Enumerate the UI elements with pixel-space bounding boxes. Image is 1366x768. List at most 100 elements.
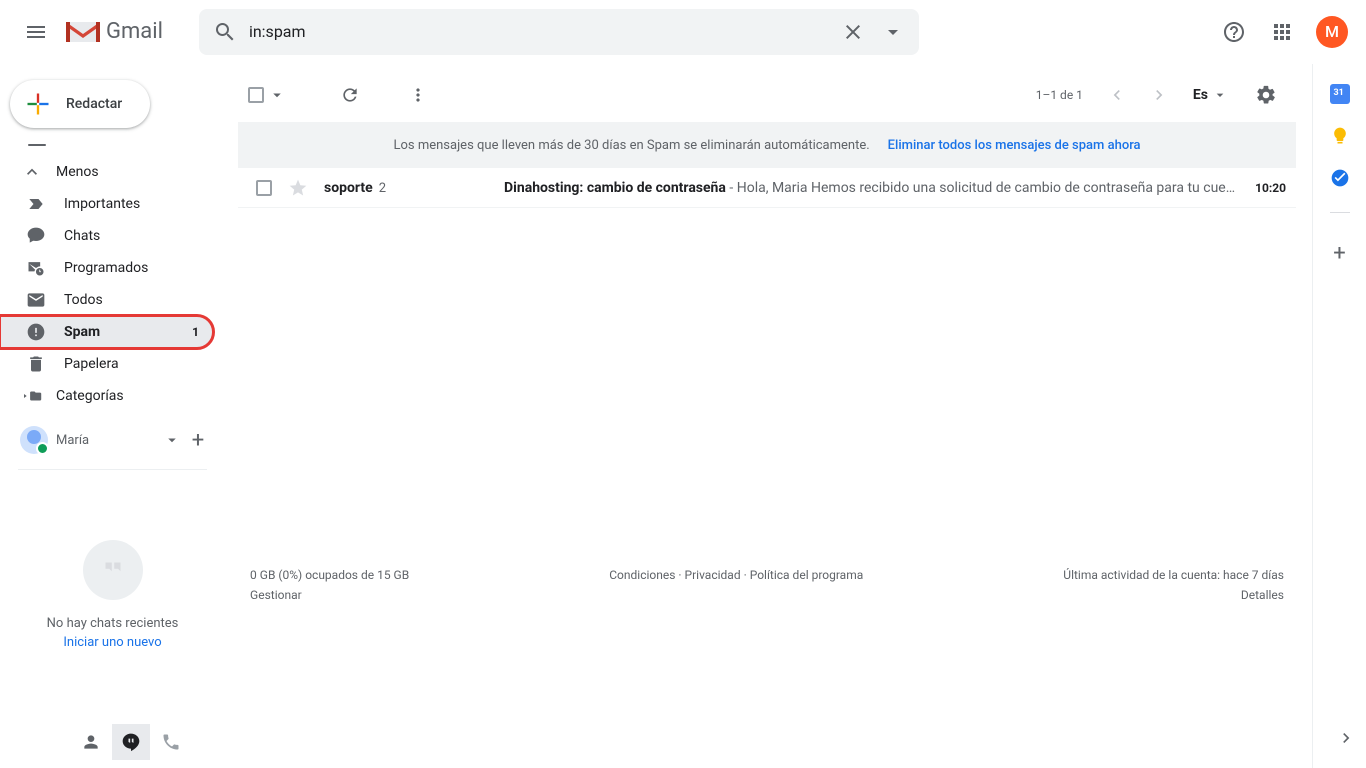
support-button[interactable]: [1214, 12, 1254, 52]
phone-tab[interactable]: [152, 724, 190, 760]
checkbox-icon: [248, 87, 264, 103]
search-options-button[interactable]: [873, 12, 913, 52]
nav-less[interactable]: Menos: [0, 156, 213, 188]
search-input[interactable]: [245, 22, 833, 41]
message-row[interactable]: soporte 2 Dinahosting: cambio de contras…: [238, 168, 1296, 208]
select-all[interactable]: [248, 86, 286, 104]
search-button[interactable]: [205, 12, 245, 52]
refresh-icon: [340, 85, 360, 105]
calendar-addon[interactable]: 31: [1330, 84, 1350, 104]
tasks-addon[interactable]: [1330, 168, 1350, 188]
keep-icon: [1330, 126, 1350, 146]
lang-label: Es: [1193, 87, 1208, 103]
manage-storage-link[interactable]: Gestionar: [250, 588, 409, 602]
close-icon: [841, 20, 865, 44]
trash-icon: [26, 354, 46, 374]
brand-text: Gmail: [106, 19, 163, 44]
footer-storage: 0 GB (0%) ocupados de 15 GB Gestionar: [250, 568, 409, 602]
delete-spam-link[interactable]: Eliminar todos los mensajes de spam ahor…: [888, 138, 1141, 153]
refresh-button[interactable]: [330, 75, 370, 115]
toolbar: 1–1 de 1 Es: [238, 64, 1296, 112]
hangouts-bubble-icon: [121, 732, 141, 752]
nav-spam[interactable]: Spam 1: [0, 316, 213, 348]
spam-banner: Los mensajes que lleven más de 30 días e…: [238, 122, 1296, 168]
side-panel: 31 +: [1312, 64, 1366, 768]
new-chat-button[interactable]: +: [181, 423, 215, 457]
content: 1–1 de 1 Es Los mensajes que lleven más …: [226, 64, 1312, 768]
banner-text: Los mensajes que lleven más de 30 días e…: [393, 138, 869, 153]
divider: [1330, 212, 1350, 213]
nav-trash[interactable]: Papelera: [0, 348, 213, 380]
hangouts-icon: [83, 540, 143, 600]
dropdown-icon: [268, 86, 286, 104]
more-vert-icon: [408, 85, 428, 105]
apps-grid-icon: [1270, 20, 1294, 44]
star-button[interactable]: [288, 178, 308, 198]
important-icon: [26, 194, 46, 214]
spam-icon: [26, 322, 46, 342]
get-addons-button[interactable]: +: [1333, 241, 1345, 266]
divider: [18, 469, 207, 470]
compose-label: Redactar: [66, 96, 122, 112]
contacts-tab[interactable]: [72, 724, 110, 760]
compose-button[interactable]: Redactar: [10, 80, 150, 128]
sidebar: Redactar Menos Importantes Chats Program…: [0, 64, 225, 768]
gmail-logo-icon: [64, 18, 102, 46]
person-icon: [81, 732, 101, 752]
footer: 0 GB (0%) ocupados de 15 GB Gestionar Co…: [238, 568, 1296, 602]
hangouts-empty: No hay chats recientes Iniciar uno nuevo: [0, 540, 225, 650]
prev-page-button[interactable]: [1101, 79, 1133, 111]
storage-text: 0 GB (0%) ocupados de 15 GB: [250, 568, 409, 582]
keep-addon[interactable]: [1330, 126, 1350, 146]
pager-text: 1–1 de 1: [1036, 88, 1083, 102]
hangouts-section: María + No hay chats recientes Iniciar u…: [0, 412, 225, 650]
chevron-right-icon: [1149, 85, 1169, 105]
privacy-link[interactable]: Privacidad: [685, 568, 741, 582]
settings-button[interactable]: [1246, 75, 1286, 115]
hide-side-panel[interactable]: [1336, 728, 1356, 748]
phone-icon: [161, 732, 181, 752]
calendar-icon: 31: [1334, 88, 1344, 98]
tasks-icon: [1330, 168, 1350, 188]
message-time: 10:20: [1255, 181, 1286, 195]
nav-list: Menos Importantes Chats Programados Todo…: [0, 156, 225, 412]
input-tools-button[interactable]: Es: [1193, 87, 1228, 103]
nav-chats[interactable]: Chats: [0, 220, 213, 252]
user-avatar-icon: [20, 426, 48, 454]
activity-text: Última actividad de la cuenta: hace 7 dí…: [1063, 568, 1284, 582]
nav-categories[interactable]: Categorías: [0, 380, 213, 412]
scheduled-icon: [26, 258, 46, 278]
message-checkbox[interactable]: [256, 180, 272, 196]
chat-user-row[interactable]: María +: [0, 419, 225, 461]
start-chat-link[interactable]: Iniciar uno nuevo: [20, 635, 205, 650]
search-container: [199, 9, 919, 55]
message-subject-line: Dinahosting: cambio de contraseña - Hola…: [504, 180, 1235, 196]
chat-icon: [26, 226, 46, 246]
account-avatar[interactable]: M: [1316, 16, 1348, 48]
main-menu-button[interactable]: [12, 8, 60, 56]
more-button[interactable]: [398, 75, 438, 115]
chevron-up-icon: [22, 162, 42, 182]
logo[interactable]: Gmail: [64, 18, 193, 46]
nav-scheduled[interactable]: Programados: [0, 252, 213, 284]
program-link[interactable]: Política del programa: [750, 568, 864, 582]
search-icon: [213, 20, 237, 44]
toolbar-right: 1–1 de 1 Es: [1036, 75, 1286, 115]
dropdown-icon: [881, 20, 905, 44]
hamburger-icon: [24, 20, 48, 44]
app-header: Gmail M: [0, 0, 1366, 64]
terms-link[interactable]: Condiciones: [609, 568, 675, 582]
star-icon: [288, 178, 308, 198]
chevron-down-icon: [163, 431, 181, 449]
apps-button[interactable]: [1262, 12, 1302, 52]
details-link[interactable]: Detalles: [1063, 588, 1284, 602]
gear-icon: [1255, 84, 1277, 106]
search-box[interactable]: [199, 9, 919, 55]
chevron-left-icon: [1107, 85, 1127, 105]
clear-search-button[interactable]: [833, 12, 873, 52]
nav-all[interactable]: Todos: [0, 284, 213, 316]
nav-important[interactable]: Importantes: [0, 188, 213, 220]
help-icon: [1222, 20, 1246, 44]
next-page-button[interactable]: [1143, 79, 1175, 111]
hangouts-tab[interactable]: [112, 724, 150, 760]
